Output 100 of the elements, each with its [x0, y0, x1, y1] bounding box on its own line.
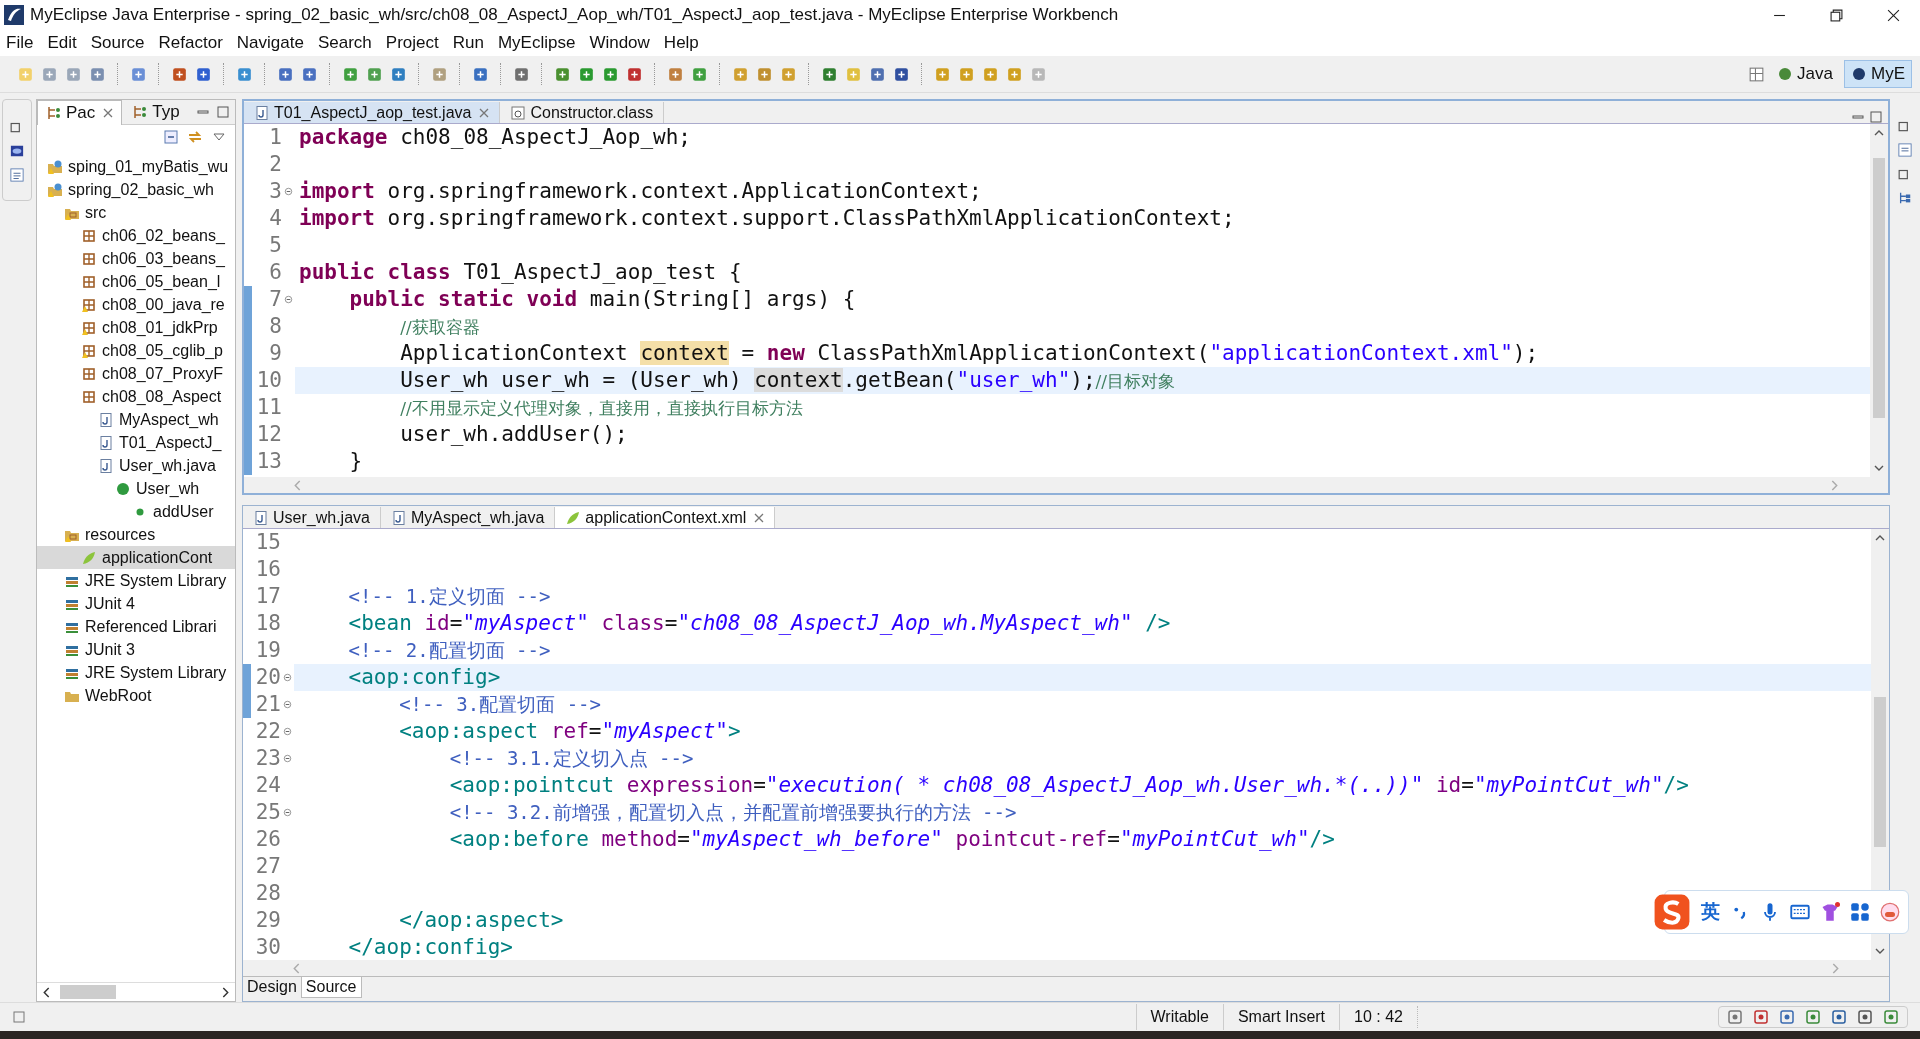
line-number: 1 [268, 124, 282, 151]
editor-tab[interactable]: applicationContext.xml [555, 507, 776, 528]
view-tab[interactable]: Pac [37, 99, 123, 125]
tree-item[interactable]: MyAspect_wh [37, 408, 235, 431]
tree-item[interactable]: applicationCont [37, 546, 235, 569]
tree-item-label: JUnit 3 [85, 640, 135, 659]
status-field: 10 : 42 [1339, 1004, 1417, 1030]
editor-tab[interactable]: T01_AspectJ_aop_test.java [244, 102, 501, 123]
code-line: //获取容器 [399, 316, 480, 338]
menu-item[interactable]: Edit [47, 33, 77, 53]
tree-item-label: ch08_08_Aspect [102, 387, 222, 406]
code-line: <aop:before method="myAspect_wh_before" pointcut-ref="myPointCut_wh"/> [448, 827, 1335, 851]
tree-item[interactable]: ch08_07_ProxyF [37, 362, 235, 385]
tree-item[interactable]: ch08_00_java_re [37, 293, 235, 316]
line-number: 4 [268, 205, 282, 232]
line-number: 11 [255, 394, 282, 421]
menu-item[interactable]: Refactor [158, 33, 223, 53]
code-line: <!-- 3.2.前增强，配置切入点，并配置前增强要执行的方法 --> [448, 800, 1017, 824]
code-line: <!-- 1.定义切面 --> [347, 584, 551, 608]
tree-item[interactable]: src [37, 201, 235, 224]
tree-item-label: ch08_01_jdkPrp [102, 318, 218, 337]
code-line: public class T01_AspectJ_aop_test { [298, 260, 742, 284]
tree-item-label: src [85, 203, 107, 222]
line-number: 13 [255, 448, 282, 475]
menu-item[interactable]: Run [452, 33, 484, 53]
line-number: 9 [268, 340, 282, 367]
line-number: 18 [254, 610, 281, 637]
tree-item-label: User_wh [136, 479, 200, 498]
menu-item[interactable]: Window [589, 33, 650, 53]
editor-tab[interactable]: User_wh.java [243, 507, 381, 528]
code-line: <aop:aspect ref="myAspect"> [398, 719, 741, 743]
view-mode-tab[interactable]: Source [300, 977, 362, 998]
tree-item-label: ch06_03_beans_ [102, 249, 225, 268]
tree-item[interactable]: JRE System Library [37, 661, 235, 684]
menu-item[interactable]: Navigate [236, 33, 304, 53]
line-number: 12 [255, 421, 282, 448]
code-line: ApplicationContext context = new ClassPathXmlApplicationContext("applicationContext.xml"); [399, 341, 1539, 365]
tree-item-label: JRE System Library [85, 571, 227, 590]
code-line: </aop:aspect> [398, 908, 564, 932]
line-number: 22 [254, 718, 281, 745]
tree-item-label: resources [85, 525, 156, 544]
tree-item[interactable]: spring_02_basic_wh [37, 178, 235, 201]
line-number: 6 [268, 259, 282, 286]
line-number: 15 [254, 529, 281, 556]
code-line: <!-- 3.配置切面 --> [398, 692, 601, 716]
perspective-button[interactable]: Java [1771, 61, 1839, 87]
tree-item[interactable]: sping_01_myBatis_wu [37, 155, 235, 178]
tree-item[interactable]: JRE System Library [37, 569, 235, 592]
menu-item[interactable]: Help [663, 33, 699, 53]
menu-item[interactable]: File [6, 33, 34, 53]
line-number: 20 [254, 664, 281, 691]
window-title: MyEclipse Java Enterprise - spring_02_basic_wh/src/ch08_08_AspectJ_Aop_wh/T01_AspectJ_aop_test.java - MyEclipse Enterprise Workbench [30, 5, 1119, 25]
view-mode-tab[interactable]: Design [243, 977, 301, 997]
tree-item[interactable]: ch06_03_beans_ [37, 247, 235, 270]
line-number: 2 [268, 151, 282, 178]
tree-item[interactable]: ch06_05_bean_l [37, 270, 235, 293]
tree-item[interactable]: JUnit 3 [37, 638, 235, 661]
tree-item[interactable]: resources [37, 523, 235, 546]
line-number: 26 [254, 826, 281, 853]
tree-item-label: addUser [153, 502, 214, 521]
tree-item[interactable]: User_wh.java [37, 454, 235, 477]
line-number: 23 [254, 745, 281, 772]
view-tab[interactable]: Typ [124, 100, 188, 124]
menu-item[interactable]: MyEclipse [497, 33, 576, 53]
tree-item[interactable]: Referenced Librari [37, 615, 235, 638]
code-line: <!-- 3.1.定义切入点 --> [448, 746, 694, 770]
code-line: package ch08_08_AspectJ_Aop_wh; [298, 125, 691, 149]
code-line: <aop:pointcut expression="execution( * ch08_08_AspectJ_Aop_wh.User_wh.*(..))" id="myPointCut_wh"/> [448, 773, 1689, 797]
line-number: 25 [254, 799, 281, 826]
tree-item[interactable]: ch08_01_jdkPrp [37, 316, 235, 339]
code-line: </aop:config> [347, 935, 513, 959]
menu-item[interactable]: Source [90, 33, 145, 53]
perspective-button[interactable]: MyE [1844, 60, 1912, 88]
line-number: 3 [268, 178, 282, 205]
line-number: 17 [254, 583, 281, 610]
tree-item[interactable]: ch06_02_beans_ [37, 224, 235, 247]
editor-tab[interactable]: Constructor.class [500, 102, 665, 123]
tree-item[interactable]: T01_AspectJ_ [37, 431, 235, 454]
tree-item[interactable]: ch08_08_Aspect [37, 385, 235, 408]
line-number: 21 [254, 691, 281, 718]
tree-item[interactable]: User_wh [37, 477, 235, 500]
code-line: <aop:config> [347, 665, 501, 689]
tree-item[interactable]: JUnit 4 [37, 592, 235, 615]
line-number: 8 [268, 313, 282, 340]
line-number: 30 [254, 934, 281, 960]
editor-tab[interactable]: MyAspect_wh.java [380, 507, 556, 528]
tree-item-label: spring_02_basic_wh [68, 180, 214, 199]
line-number: 27 [254, 853, 281, 880]
line-number: 19 [254, 637, 281, 664]
code-line: import org.springframework.context.support.ClassPathXmlApplicationContext; [298, 206, 1235, 230]
tree-item-label: ch08_00_java_re [102, 295, 225, 314]
input-mode[interactable]: 英 [1701, 899, 1720, 925]
menu-item[interactable]: Search [317, 33, 372, 53]
tree-item-label: MyAspect_wh [119, 410, 219, 429]
tree-item[interactable]: WebRoot [37, 684, 235, 707]
line-number: 29 [254, 907, 281, 934]
tree-item[interactable]: addUser [37, 500, 235, 523]
tree-item[interactable]: ch08_05_cglib_p [37, 339, 235, 362]
menu-item[interactable]: Project [385, 33, 439, 53]
tree-item-label: WebRoot [85, 686, 152, 705]
